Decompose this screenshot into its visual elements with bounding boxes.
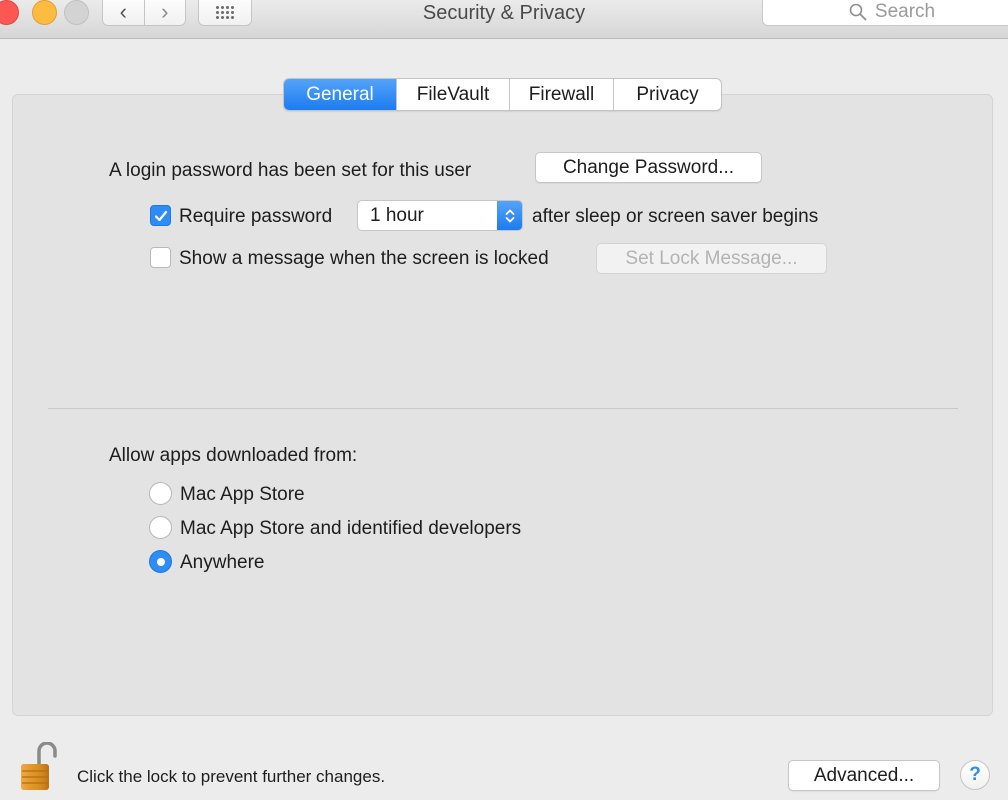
help-button[interactable]: ? [960,760,990,790]
radio-identified-developers[interactable] [149,516,172,539]
login-password-text: A login password has been set for this u… [109,160,472,181]
set-lock-message-button[interactable]: Set Lock Message... [596,243,827,274]
tab-general[interactable]: General [284,79,397,110]
change-password-button[interactable]: Change Password... [535,152,762,183]
radio-label-identified-developers: Mac App Store and identified developers [180,518,522,539]
up-down-arrows-icon [497,201,522,230]
tab-bar: General FileVault Firewall Privacy [283,78,722,111]
tab-firewall[interactable]: Firewall [510,79,614,110]
radio-mac-app-store[interactable] [149,482,172,505]
general-panel: A login password has been set for this u… [12,94,993,716]
show-message-label: Show a message when the screen is locked [179,248,549,269]
tab-filevault[interactable]: FileVault [397,79,510,110]
search-icon [849,3,867,21]
radio-label-mac-app-store: Mac App Store [180,484,305,505]
require-password-delay-select[interactable]: 1 hour [357,200,523,231]
tab-privacy[interactable]: Privacy [614,79,721,110]
radio-anywhere[interactable] [149,550,172,573]
allow-apps-heading: Allow apps downloaded from: [109,445,358,466]
show-message-checkbox[interactable] [150,247,171,268]
unlocked-padlock-icon[interactable] [19,742,59,792]
section-divider [48,408,958,409]
radio-label-anywhere: Anywhere [180,552,265,573]
title-bar: ‹ › Security & Privacy Search [0,0,1008,39]
require-password-checkbox[interactable] [150,205,171,226]
checkmark-icon [154,210,167,221]
lock-status-text: Click the lock to prevent further change… [77,767,386,786]
require-password-suffix: after sleep or screen saver begins [532,206,819,227]
require-password-label: Require password [179,206,333,227]
search-placeholder: Search [874,1,936,22]
advanced-button[interactable]: Advanced... [788,760,940,791]
question-mark-icon: ? [969,764,981,785]
search-field[interactable]: Search [762,0,1008,26]
delay-value: 1 hour [370,204,424,226]
